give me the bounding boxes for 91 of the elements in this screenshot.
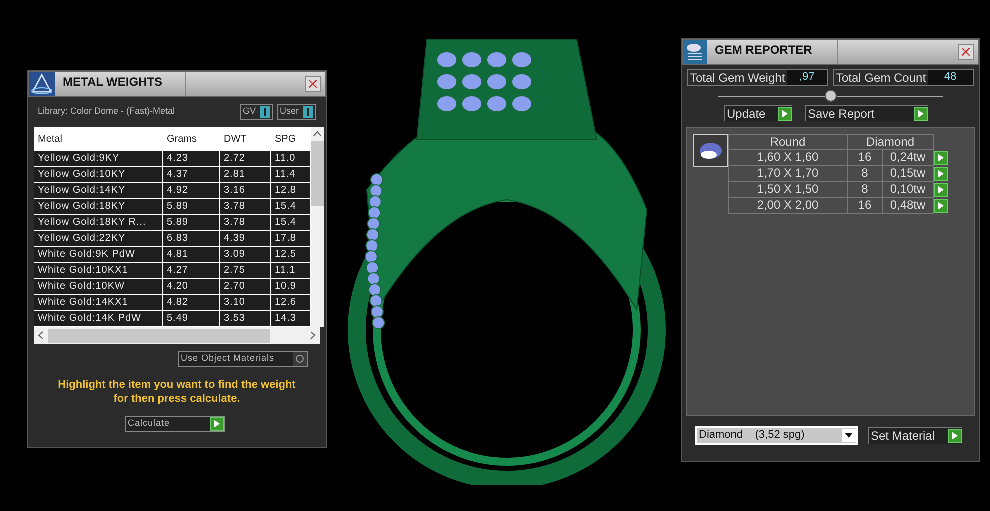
table-cell[interactable]: 11.1: [271, 263, 311, 278]
window-title: METAL WEIGHTS: [62, 74, 164, 91]
horizontal-scrollbar[interactable]: [34, 327, 320, 344]
table-cell[interactable]: 3.78: [220, 215, 271, 230]
library-label: Library: Color Dome - (Fast)-Metal: [38, 105, 176, 118]
table-cell[interactable]: 4.82: [163, 295, 220, 310]
table-cell[interactable]: 4.39: [220, 231, 271, 246]
table-cell[interactable]: 4.37: [163, 167, 220, 182]
table-cell[interactable]: 10.9: [271, 279, 311, 294]
table-cell[interactable]: Yellow Gold:10KY: [34, 167, 163, 182]
table-cell[interactable]: White Gold:10KW: [34, 279, 163, 294]
row-action-icon[interactable]: [934, 167, 948, 181]
column-header[interactable]: Metal: [34, 127, 163, 151]
dropdown-arrow-icon: [845, 433, 853, 438]
scroll-right-icon[interactable]: [310, 331, 316, 340]
table-cell[interactable]: 5.89: [163, 215, 220, 230]
table-cell[interactable]: Yellow Gold:14KY: [34, 183, 163, 198]
table-cell[interactable]: 3.16: [220, 183, 271, 198]
gem-count: 8: [848, 166, 883, 182]
column-header[interactable]: Grams: [163, 127, 220, 151]
column-header[interactable]: SPG: [271, 127, 311, 151]
material-dropdown[interactable]: Diamond (3,52 spg): [695, 426, 858, 445]
close-icon: [962, 48, 970, 56]
scroll-up-icon[interactable]: [313, 131, 322, 137]
table-cell[interactable]: 4.23: [163, 151, 220, 166]
gem-list-icon: [683, 40, 707, 64]
table-cell[interactable]: Yellow Gold:18KY R...: [34, 215, 163, 230]
window-title: GEM REPORTER: [714, 42, 814, 59]
table-cell[interactable]: Yellow Gold:18KY: [34, 199, 163, 214]
table-cell[interactable]: 17.8: [271, 231, 311, 246]
instruction-text: Highlight the item you want to find the weight for then press calculate.: [57, 378, 297, 406]
table-cell[interactable]: 14.3: [271, 311, 311, 326]
table-cell[interactable]: 5.89: [163, 199, 220, 214]
save-report-button[interactable]: Save Report: [805, 105, 928, 121]
play-icon[interactable]: [778, 106, 792, 120]
table-cell[interactable]: 12.6: [271, 295, 311, 310]
table-cell[interactable]: 15.4: [271, 199, 311, 214]
gem-thumbnail[interactable]: [693, 134, 728, 167]
gem-count: 8: [848, 182, 883, 198]
table-cell[interactable]: White Gold:14K PdW: [34, 311, 163, 326]
set-material-button[interactable]: Set Material: [868, 427, 962, 444]
table-cell[interactable]: 15.4: [271, 215, 311, 230]
row-action-icon[interactable]: [934, 183, 948, 197]
toggle-button[interactable]: User: [276, 104, 316, 120]
update-button[interactable]: Update: [724, 105, 792, 121]
table-cell[interactable]: 5.49: [163, 311, 220, 326]
table-cell[interactable]: 4.92: [163, 183, 220, 198]
table-cell[interactable]: 2.72: [220, 151, 271, 166]
row-action-icon[interactable]: [934, 199, 948, 213]
close-button[interactable]: [958, 44, 974, 60]
table-cell[interactable]: 3.10: [220, 295, 271, 310]
table-cell[interactable]: White Gold:9K PdW: [34, 247, 163, 262]
toggle-button[interactable]: GV: [240, 104, 273, 120]
gem-size: 1,60 X 1,60: [728, 150, 848, 166]
table-cell[interactable]: 11.0: [271, 151, 311, 166]
table-cell[interactable]: 2.81: [220, 167, 271, 182]
table-cell[interactable]: Yellow Gold:9KY: [34, 151, 163, 166]
material-header: Diamond: [865, 135, 916, 149]
table-cell[interactable]: 2.70: [220, 279, 271, 294]
table-cell[interactable]: 4.27: [163, 263, 220, 278]
close-icon: [309, 80, 317, 88]
table-cell[interactable]: 6.83: [163, 231, 220, 246]
gem-count: 16: [848, 150, 883, 166]
row-action-icon[interactable]: [934, 151, 948, 165]
calculate-button[interactable]: Calculate: [125, 416, 225, 432]
scroll-left-icon[interactable]: [38, 331, 44, 340]
shape-header: Round: [729, 135, 848, 149]
round-gem-icon: [698, 142, 722, 160]
column-header[interactable]: DWT: [220, 127, 271, 151]
play-icon[interactable]: [914, 106, 928, 120]
gem-size: 1,70 X 1,70: [728, 166, 848, 182]
table-cell[interactable]: 3.78: [220, 199, 271, 214]
table-cell[interactable]: 3.53: [220, 311, 271, 326]
table-cell[interactable]: 4.81: [163, 247, 220, 262]
slider-handle[interactable]: [824, 90, 836, 102]
use-object-materials-checkbox[interactable]: Use Object Materials: [178, 351, 308, 367]
close-button[interactable]: [305, 76, 321, 92]
table-cell[interactable]: 3.09: [220, 247, 271, 262]
gem-size: 1,50 X 1,50: [728, 182, 848, 198]
table-cell[interactable]: White Gold:14KX1: [34, 295, 163, 310]
gem-count: 16: [848, 198, 883, 214]
table-cell[interactable]: 2.75: [220, 263, 271, 278]
table-cell[interactable]: Yellow Gold:22KY: [34, 231, 163, 246]
table-cell[interactable]: 12.5: [271, 247, 311, 262]
table-cell[interactable]: 12.8: [271, 183, 311, 198]
vertical-scrollbar[interactable]: [311, 127, 324, 327]
table-cell[interactable]: 11.4: [271, 167, 311, 182]
table-cell[interactable]: 4.20: [163, 279, 220, 294]
pyramid-icon: [29, 72, 55, 96]
gem-size: 2,00 X 2,00: [728, 198, 848, 214]
table-cell[interactable]: White Gold:10KX1: [34, 263, 163, 278]
